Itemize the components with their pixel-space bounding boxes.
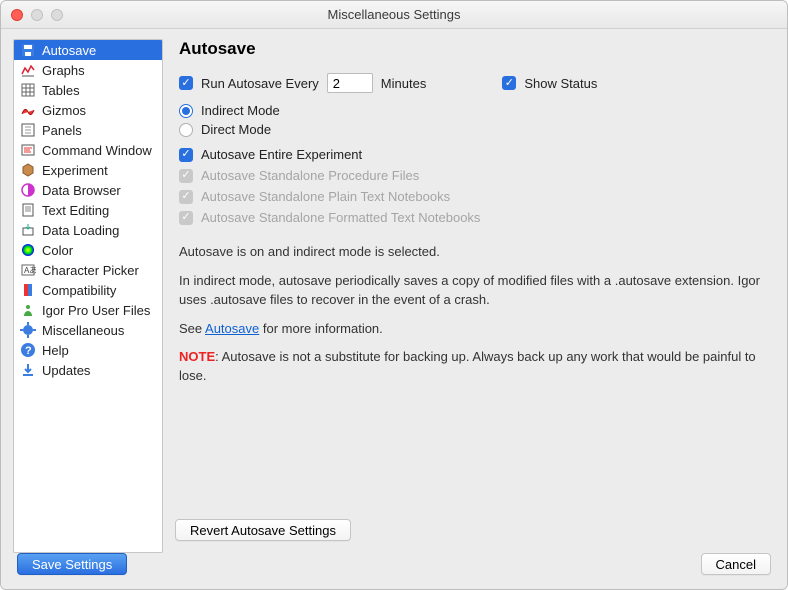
sidebar-item-help[interactable]: ? Help	[14, 340, 162, 360]
revert-settings-button[interactable]: Revert Autosave Settings	[175, 519, 351, 541]
window-body: Autosave Graphs Tables Gizmos Panels Command …	[1, 29, 787, 589]
note-text: : Autosave is not a substitute for backi…	[179, 349, 756, 383]
sidebar-item-label: Miscellaneous	[42, 323, 124, 338]
character-picker-icon: Aあ	[20, 262, 36, 278]
data-loading-icon	[20, 222, 36, 238]
color-icon	[20, 242, 36, 258]
titlebar: Miscellaneous Settings	[1, 1, 787, 29]
sidebar-item-tables[interactable]: Tables	[14, 80, 162, 100]
autosave-fmt-nb-label: Autosave Standalone Formatted Text Noteb…	[201, 210, 480, 225]
sidebar-item-label: Command Window	[42, 143, 152, 158]
sidebar-item-igor-pro-user-files[interactable]: Igor Pro User Files	[14, 300, 162, 320]
page-title: Autosave	[179, 39, 771, 59]
settings-sidebar[interactable]: Autosave Graphs Tables Gizmos Panels Command …	[13, 39, 163, 553]
close-window-button[interactable]	[11, 9, 23, 21]
minimize-window-button	[31, 9, 43, 21]
sidebar-item-label: Text Editing	[42, 203, 109, 218]
indirect-mode-label: Indirect Mode	[201, 103, 280, 118]
desc-line-3: See Autosave for more information.	[179, 320, 771, 339]
sidebar-item-label: Tables	[42, 83, 80, 98]
sidebar-item-experiment[interactable]: Experiment	[14, 160, 162, 180]
show-status-label: Show Status	[524, 76, 597, 91]
text-editing-icon	[20, 202, 36, 218]
graphs-icon	[20, 62, 36, 78]
sidebar-item-label: Graphs	[42, 63, 85, 78]
sidebar-item-label: Igor Pro User Files	[42, 303, 150, 318]
tables-icon	[20, 82, 36, 98]
sidebar-item-label: Data Loading	[42, 223, 119, 238]
sidebar-item-label: Compatibility	[42, 283, 116, 298]
autosave-proc-checkbox	[179, 169, 193, 183]
note-line: NOTE: Autosave is not a substitute for b…	[179, 348, 771, 386]
svg-text:Aあ: Aあ	[24, 266, 36, 275]
svg-text:?: ?	[25, 345, 32, 357]
autosave-proc-label: Autosave Standalone Procedure Files	[201, 168, 419, 183]
sidebar-item-compatibility[interactable]: Compatibility	[14, 280, 162, 300]
sidebar-item-data-loading[interactable]: Data Loading	[14, 220, 162, 240]
autosave-icon	[20, 42, 36, 58]
sidebar-item-label: Experiment	[42, 163, 108, 178]
compatibility-icon	[20, 282, 36, 298]
experiment-icon	[20, 162, 36, 178]
run-autosave-checkbox[interactable]	[179, 76, 193, 90]
sidebar-item-data-browser[interactable]: Data Browser	[14, 180, 162, 200]
autosave-plain-nb-label: Autosave Standalone Plain Text Notebooks	[201, 189, 450, 204]
miscellaneous-icon	[20, 322, 36, 338]
sidebar-item-updates[interactable]: Updates	[14, 360, 162, 380]
direct-mode-label: Direct Mode	[201, 122, 271, 137]
gizmos-icon	[20, 102, 36, 118]
sidebar-item-color[interactable]: Color	[14, 240, 162, 260]
window-title: Miscellaneous Settings	[1, 7, 787, 22]
window-controls	[11, 9, 63, 21]
panels-icon	[20, 122, 36, 138]
sidebar-item-label: Data Browser	[42, 183, 121, 198]
desc-line-1: Autosave is on and indirect mode is sele…	[179, 243, 771, 262]
sidebar-item-autosave[interactable]: Autosave	[14, 40, 162, 60]
sidebar-item-label: Character Picker	[42, 263, 139, 278]
sidebar-item-text-editing[interactable]: Text Editing	[14, 200, 162, 220]
autosave-entire-label: Autosave Entire Experiment	[201, 147, 362, 162]
sidebar-item-label: Panels	[42, 123, 82, 138]
autosave-fmt-nb-checkbox	[179, 211, 193, 225]
indirect-mode-radio[interactable]	[179, 104, 193, 118]
run-autosave-label: Run Autosave Every	[201, 76, 319, 91]
sidebar-item-miscellaneous[interactable]: Miscellaneous	[14, 320, 162, 340]
autosave-help-link[interactable]: Autosave	[205, 321, 259, 336]
sidebar-item-graphs[interactable]: Graphs	[14, 60, 162, 80]
sidebar-item-label: Autosave	[42, 43, 96, 58]
autosave-entire-checkbox[interactable]	[179, 148, 193, 162]
igor-pro-user-files-icon	[20, 302, 36, 318]
sidebar-item-character-picker[interactable]: Aあ Character Picker	[14, 260, 162, 280]
sidebar-item-panels[interactable]: Panels	[14, 120, 162, 140]
sidebar-item-label: Color	[42, 243, 73, 258]
desc-line-2: In indirect mode, autosave periodically …	[179, 272, 771, 310]
direct-mode-radio[interactable]	[179, 123, 193, 137]
minutes-label: Minutes	[381, 76, 427, 91]
autosave-interval-input[interactable]	[327, 73, 373, 93]
help-icon: ?	[20, 342, 36, 358]
autosave-plain-nb-checkbox	[179, 190, 193, 204]
settings-window: Miscellaneous Settings Autosave Graphs Tab…	[0, 0, 788, 590]
note-label: NOTE	[179, 349, 215, 364]
sidebar-item-command-window[interactable]: Command Window	[14, 140, 162, 160]
sidebar-item-label: Gizmos	[42, 103, 86, 118]
updates-icon	[20, 362, 36, 378]
data-browser-icon	[20, 182, 36, 198]
settings-main: Autosave Run Autosave Every Minutes Show…	[175, 39, 775, 553]
show-status-checkbox[interactable]	[502, 76, 516, 90]
zoom-window-button	[51, 9, 63, 21]
sidebar-item-label: Help	[42, 343, 69, 358]
sidebar-item-label: Updates	[42, 363, 90, 378]
cancel-button[interactable]: Cancel	[701, 553, 771, 575]
command-window-icon	[20, 142, 36, 158]
sidebar-item-gizmos[interactable]: Gizmos	[14, 100, 162, 120]
save-settings-button[interactable]: Save Settings	[17, 553, 127, 575]
